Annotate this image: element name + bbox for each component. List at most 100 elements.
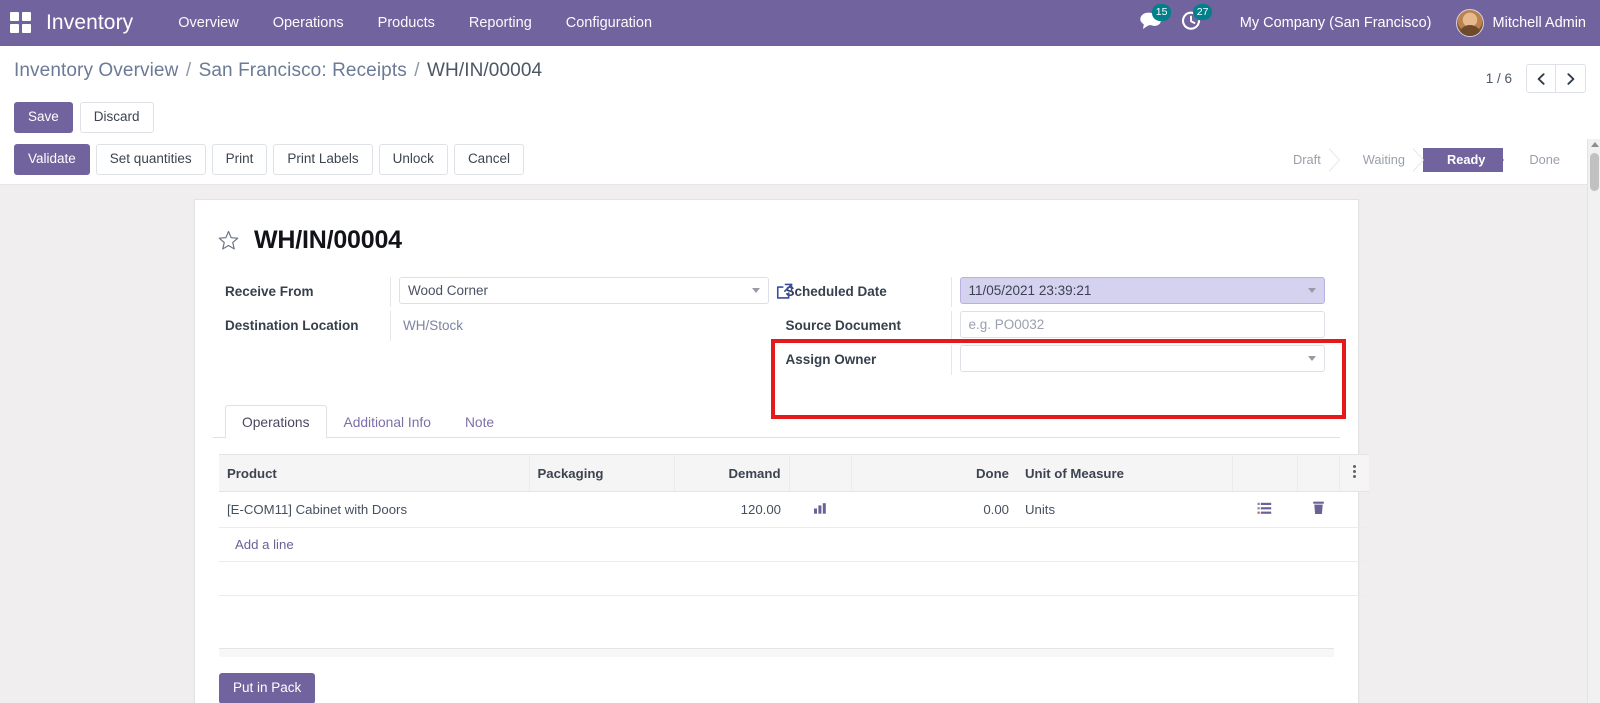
status-step-done[interactable]: Done xyxy=(1503,148,1578,172)
cell-product[interactable]: [E-COM11] Cabinet with Doors xyxy=(219,491,529,529)
save-discard-row: Save Discard xyxy=(14,102,1586,135)
status-step-waiting[interactable]: Waiting xyxy=(1339,147,1425,172)
forecast-report-icon[interactable] xyxy=(813,503,827,518)
add-a-line-button[interactable]: Add a line xyxy=(227,528,302,561)
source-document-input[interactable] xyxy=(959,311,1325,339)
receive-from-input[interactable] xyxy=(399,277,769,305)
form-column-right: Scheduled Date Source Document xyxy=(786,277,1341,379)
notebook-tabs: Operations Additional Info Note xyxy=(213,405,1340,439)
breadcrumb-item-current: WH/IN/00004 xyxy=(427,60,543,81)
column-header-packaging[interactable]: Packaging xyxy=(528,454,674,493)
menu-item-products[interactable]: Products xyxy=(361,2,452,44)
user-menu[interactable]: Mitchell Admin xyxy=(1450,9,1586,37)
table-row[interactable]: [E-COM11] Cabinet with Doors 120.00 0.00… xyxy=(219,491,1369,529)
field-label-receive-from: Receive From xyxy=(225,284,314,300)
cell-delete[interactable] xyxy=(1297,491,1339,529)
cell-trailing xyxy=(1339,491,1369,529)
optional-columns-dropdown[interactable] xyxy=(1338,454,1369,493)
breadcrumb-separator: / xyxy=(185,60,192,81)
table-body: [E-COM11] Cabinet with Doors 120.00 0.00… xyxy=(219,491,1369,630)
column-header-blank-1 xyxy=(1231,454,1297,493)
navbar-right-section: 15 27 My Company (San Francisco) Mitchel… xyxy=(1130,3,1586,37)
scheduled-date-input[interactable] xyxy=(959,277,1325,305)
menu-item-overview[interactable]: Overview xyxy=(161,2,255,44)
menu-item-configuration[interactable]: Configuration xyxy=(549,2,669,44)
add-a-line-row: Add a line xyxy=(219,527,1369,563)
field-value-source-document xyxy=(950,311,1341,342)
control-panel: Inventory Overview / San Francisco: Rece… xyxy=(0,46,1600,136)
destination-location-value[interactable]: WH/Stock xyxy=(399,311,780,333)
vertical-scrollbar[interactable] xyxy=(1587,139,1600,703)
field-label-assign-owner: Assign Owner xyxy=(785,352,877,368)
validate-button[interactable]: Validate xyxy=(14,144,90,176)
messages-menu[interactable]: 15 xyxy=(1140,4,1172,35)
field-label-source-document: Source Document xyxy=(785,318,902,334)
field-value-assign-owner xyxy=(950,345,1341,376)
company-switcher[interactable]: My Company (San Francisco) xyxy=(1212,15,1450,31)
vertical-dots-icon xyxy=(1352,463,1356,480)
external-link-icon[interactable] xyxy=(775,282,794,301)
pager-previous-button[interactable] xyxy=(1526,64,1556,93)
scrollbar-thumb[interactable] xyxy=(1590,153,1599,191)
tab-additional-info[interactable]: Additional Info xyxy=(327,405,448,438)
operations-lines-table: Product Packaging Demand Done Unit of Me… xyxy=(219,454,1369,630)
cell-demand[interactable]: 120.00 xyxy=(674,491,789,529)
statusbar-row: Validate Set quantities Print Print Labe… xyxy=(0,135,1600,186)
save-button[interactable]: Save xyxy=(14,102,73,134)
menu-item-operations[interactable]: Operations xyxy=(256,2,361,44)
status-step-ready[interactable]: Ready xyxy=(1422,147,1505,172)
apps-grid-square xyxy=(10,24,19,33)
list-lines-icon[interactable] xyxy=(1257,502,1272,518)
put-in-pack-button[interactable]: Put in Pack xyxy=(219,672,316,703)
unlock-button[interactable]: Unlock xyxy=(378,144,448,176)
field-assign-owner: Assign Owner xyxy=(786,345,1341,377)
column-header-unit-of-measure[interactable]: Unit of Measure xyxy=(1017,454,1232,493)
main-menu: Overview Operations Products Reporting C… xyxy=(161,2,669,44)
star-outline-icon[interactable] xyxy=(217,229,240,252)
form-content-area: WH/IN/00004 Receive From Wood Corner Des… xyxy=(0,185,1600,703)
column-header-done[interactable]: Done xyxy=(850,454,1017,493)
pager-next-button[interactable] xyxy=(1556,64,1586,93)
apps-grid-square xyxy=(22,24,31,33)
status-step-draft[interactable]: Draft xyxy=(1269,147,1340,172)
breadcrumb: Inventory Overview / San Francisco: Rece… xyxy=(14,60,542,82)
form-fields-group: Receive From Wood Corner Destination Loc… xyxy=(213,277,1346,420)
activities-menu[interactable]: 27 xyxy=(1181,3,1213,36)
cell-done[interactable]: 0.00 xyxy=(851,491,1017,529)
breadcrumb-item-san-francisco-receipts[interactable]: San Francisco: Receipts xyxy=(199,60,407,81)
tab-note[interactable]: Note xyxy=(448,405,511,438)
field-scheduled-date: Scheduled Date xyxy=(786,277,1341,309)
top-navbar: Inventory Overview Operations Products R… xyxy=(0,0,1600,46)
cancel-button[interactable]: Cancel xyxy=(453,144,524,176)
field-destination-location: Destination Location WH/Stock xyxy=(225,311,780,343)
column-header-demand[interactable]: Demand xyxy=(673,454,789,493)
scroll-up-arrow-icon[interactable] xyxy=(1591,142,1599,147)
set-quantities-button[interactable]: Set quantities xyxy=(95,144,206,176)
assign-owner-input[interactable] xyxy=(959,345,1325,373)
scheduled-date-input-wrap xyxy=(959,277,1325,305)
apps-grid-icon[interactable] xyxy=(10,12,32,34)
cell-forecast[interactable] xyxy=(789,491,851,529)
menu-item-reporting[interactable]: Reporting xyxy=(452,2,549,44)
print-labels-button[interactable]: Print Labels xyxy=(273,144,373,176)
trash-icon[interactable] xyxy=(1312,502,1325,518)
receive-from-input-wrap xyxy=(399,277,769,305)
table-footer-rule xyxy=(219,647,1334,657)
action-buttons: Validate Set quantities Print Print Labe… xyxy=(14,144,524,176)
app-brand-inventory[interactable]: Inventory xyxy=(46,11,133,35)
cell-packaging[interactable] xyxy=(529,491,674,529)
breadcrumb-item-inventory-overview[interactable]: Inventory Overview xyxy=(14,60,178,81)
page-title: WH/IN/00004 xyxy=(254,226,402,255)
form-sheet: WH/IN/00004 Receive From Wood Corner Des… xyxy=(194,199,1369,703)
field-label-destination-location: Destination Location xyxy=(225,318,359,334)
field-source-document: Source Document xyxy=(786,311,1341,343)
print-button[interactable]: Print xyxy=(211,144,268,176)
cell-detailed-operations[interactable] xyxy=(1232,491,1297,529)
user-name-label: Mitchell Admin xyxy=(1492,15,1586,31)
column-header-product[interactable]: Product xyxy=(219,454,529,493)
cell-unit-of-measure[interactable]: Units xyxy=(1017,491,1232,529)
messages-badge-count: 15 xyxy=(1151,4,1172,21)
tab-operations[interactable]: Operations xyxy=(225,405,327,439)
sheet-footer-buttons: Put in Pack xyxy=(213,657,1340,703)
discard-button[interactable]: Discard xyxy=(79,102,154,134)
